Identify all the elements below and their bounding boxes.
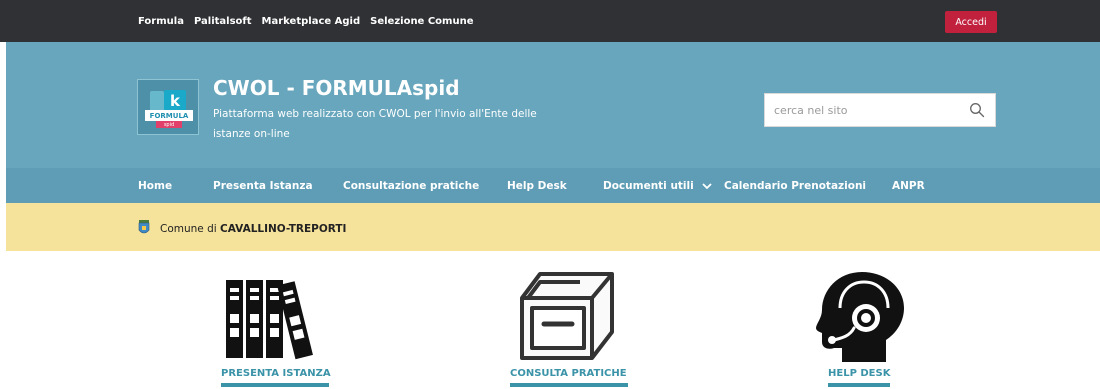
logo-band: FORMULA: [145, 110, 193, 121]
nav-item-presenta-istanza[interactable]: Presenta Istanza: [213, 180, 313, 192]
top-link-selezione-comune[interactable]: Selezione Comune: [370, 16, 473, 27]
nav-item-help-desk[interactable]: Help Desk: [507, 180, 567, 192]
card-help-desk-label[interactable]: HELP DESK: [828, 368, 890, 379]
coat-of-arms-icon: [138, 220, 150, 234]
chevron-down-icon: [702, 182, 713, 189]
search-input[interactable]: [765, 94, 960, 126]
site-title: CWOL - FORMULAspid: [213, 76, 460, 100]
card-presenta-istanza-label[interactable]: PRESENTA ISTANZA: [221, 368, 331, 379]
logo-tile: [150, 91, 164, 111]
top-link-palitalsoft[interactable]: Palitalsoft: [194, 16, 252, 27]
search-box: [764, 93, 996, 127]
card-help-desk-underline: [828, 383, 890, 387]
card-presenta-istanza-underline: [221, 383, 329, 387]
logo-spid: spid: [156, 121, 182, 128]
logo-k: k: [164, 90, 186, 112]
top-links: Formula Palitalsoft Marketplace Agid Sel…: [138, 16, 473, 27]
binders-icon[interactable]: [224, 276, 324, 360]
nav-item-calendario-prenotazioni[interactable]: Calendario Prenotazioni: [724, 180, 866, 192]
nav-item-documenti-utili-label: Documenti utili: [603, 180, 694, 192]
site-description: Piattaforma web realizzato con CWOL per …: [213, 108, 537, 140]
login-button[interactable]: Accedi: [945, 11, 997, 33]
headset-icon[interactable]: [812, 268, 908, 364]
top-link-marketplace-agid[interactable]: Marketplace Agid: [262, 16, 361, 27]
nav-item-anpr[interactable]: ANPR: [892, 180, 925, 192]
card-consulta-pratiche-label[interactable]: CONSULTA PRATICHE: [510, 368, 627, 379]
card-consulta-pratiche-underline: [510, 383, 628, 387]
archive-box-icon[interactable]: [518, 270, 616, 362]
nav-item-documenti-utili[interactable]: Documenti utili: [603, 180, 713, 192]
comune-label: Comune di CAVALLINO-TREPORTI: [160, 223, 346, 235]
comune-name: CAVALLINO-TREPORTI: [220, 223, 347, 235]
nav-item-home[interactable]: Home: [138, 180, 172, 192]
comune-prefix: Comune di: [160, 223, 217, 235]
top-link-formula[interactable]: Formula: [138, 16, 184, 27]
search-icon[interactable]: [969, 102, 985, 118]
nav-item-consultazione-pratiche[interactable]: Consultazione pratiche: [343, 180, 479, 192]
